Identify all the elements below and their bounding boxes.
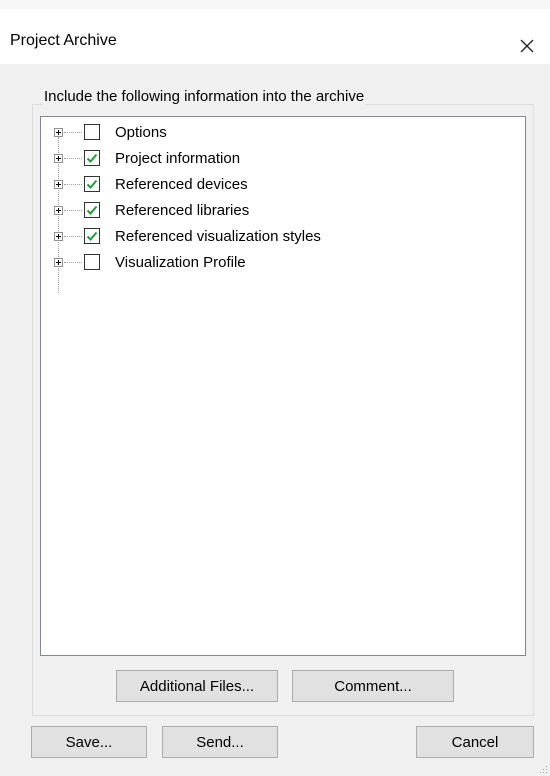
item-checkbox[interactable] bbox=[84, 150, 100, 166]
tree-item-label: Options bbox=[115, 124, 167, 141]
expand-icon[interactable] bbox=[54, 180, 63, 189]
expand-icon[interactable] bbox=[54, 206, 63, 215]
item-checkbox[interactable] bbox=[84, 124, 100, 140]
send-button[interactable]: Send... bbox=[162, 726, 278, 758]
tree-item[interactable]: Project information bbox=[41, 146, 461, 172]
archive-tree-view[interactable]: Options Project information Referenced dev… bbox=[40, 116, 526, 656]
checkmark-icon bbox=[86, 179, 98, 189]
dialog-title: Project Archive bbox=[10, 32, 117, 49]
tree-item-label: Referenced libraries bbox=[115, 202, 250, 219]
comment-button[interactable]: Comment... bbox=[292, 670, 454, 702]
tree-connector-line bbox=[64, 262, 82, 264]
checkmark-icon bbox=[86, 231, 98, 241]
tree-connector-line bbox=[64, 184, 82, 186]
checkmark-icon bbox=[86, 153, 98, 163]
expand-icon[interactable] bbox=[54, 232, 63, 241]
tree-item-label: Referenced devices bbox=[115, 176, 248, 193]
project-archive-dialog: Project Archive Include the following in… bbox=[0, 0, 550, 776]
tree-item[interactable]: Options bbox=[41, 120, 461, 146]
close-icon bbox=[520, 39, 534, 52]
tree-item[interactable]: Visualization Profile bbox=[41, 250, 461, 276]
close-button[interactable] bbox=[504, 18, 550, 73]
cancel-button[interactable]: Cancel bbox=[416, 726, 534, 758]
group-legend: Include the following information into t… bbox=[43, 88, 366, 105]
item-checkbox[interactable] bbox=[84, 228, 100, 244]
tree-item[interactable]: Referenced devices bbox=[41, 172, 461, 198]
tree-item-label: Project information bbox=[115, 150, 241, 167]
tree-connector-line bbox=[64, 132, 82, 134]
title-bar: Project Archive bbox=[0, 0, 550, 64]
expand-icon[interactable] bbox=[54, 128, 63, 137]
tree-connector-line bbox=[64, 210, 82, 212]
expand-icon[interactable] bbox=[54, 258, 63, 267]
item-checkbox[interactable] bbox=[84, 202, 100, 218]
tree-connector-line bbox=[64, 236, 82, 238]
expand-icon[interactable] bbox=[54, 154, 63, 163]
save-button[interactable]: Save... bbox=[31, 726, 147, 758]
item-checkbox[interactable] bbox=[84, 254, 100, 270]
tree-item-label: Visualization Profile bbox=[115, 254, 246, 271]
resize-grip-icon[interactable] bbox=[538, 764, 548, 774]
checkmark-icon bbox=[86, 205, 98, 215]
tree-item[interactable]: Referenced visualization styles bbox=[41, 224, 461, 250]
additional-files-button[interactable]: Additional Files... bbox=[116, 670, 278, 702]
tree-item-label: Referenced visualization styles bbox=[115, 228, 321, 245]
tree-item[interactable]: Referenced libraries bbox=[41, 198, 461, 224]
item-checkbox[interactable] bbox=[84, 176, 100, 192]
tree-connector-line bbox=[64, 158, 82, 160]
